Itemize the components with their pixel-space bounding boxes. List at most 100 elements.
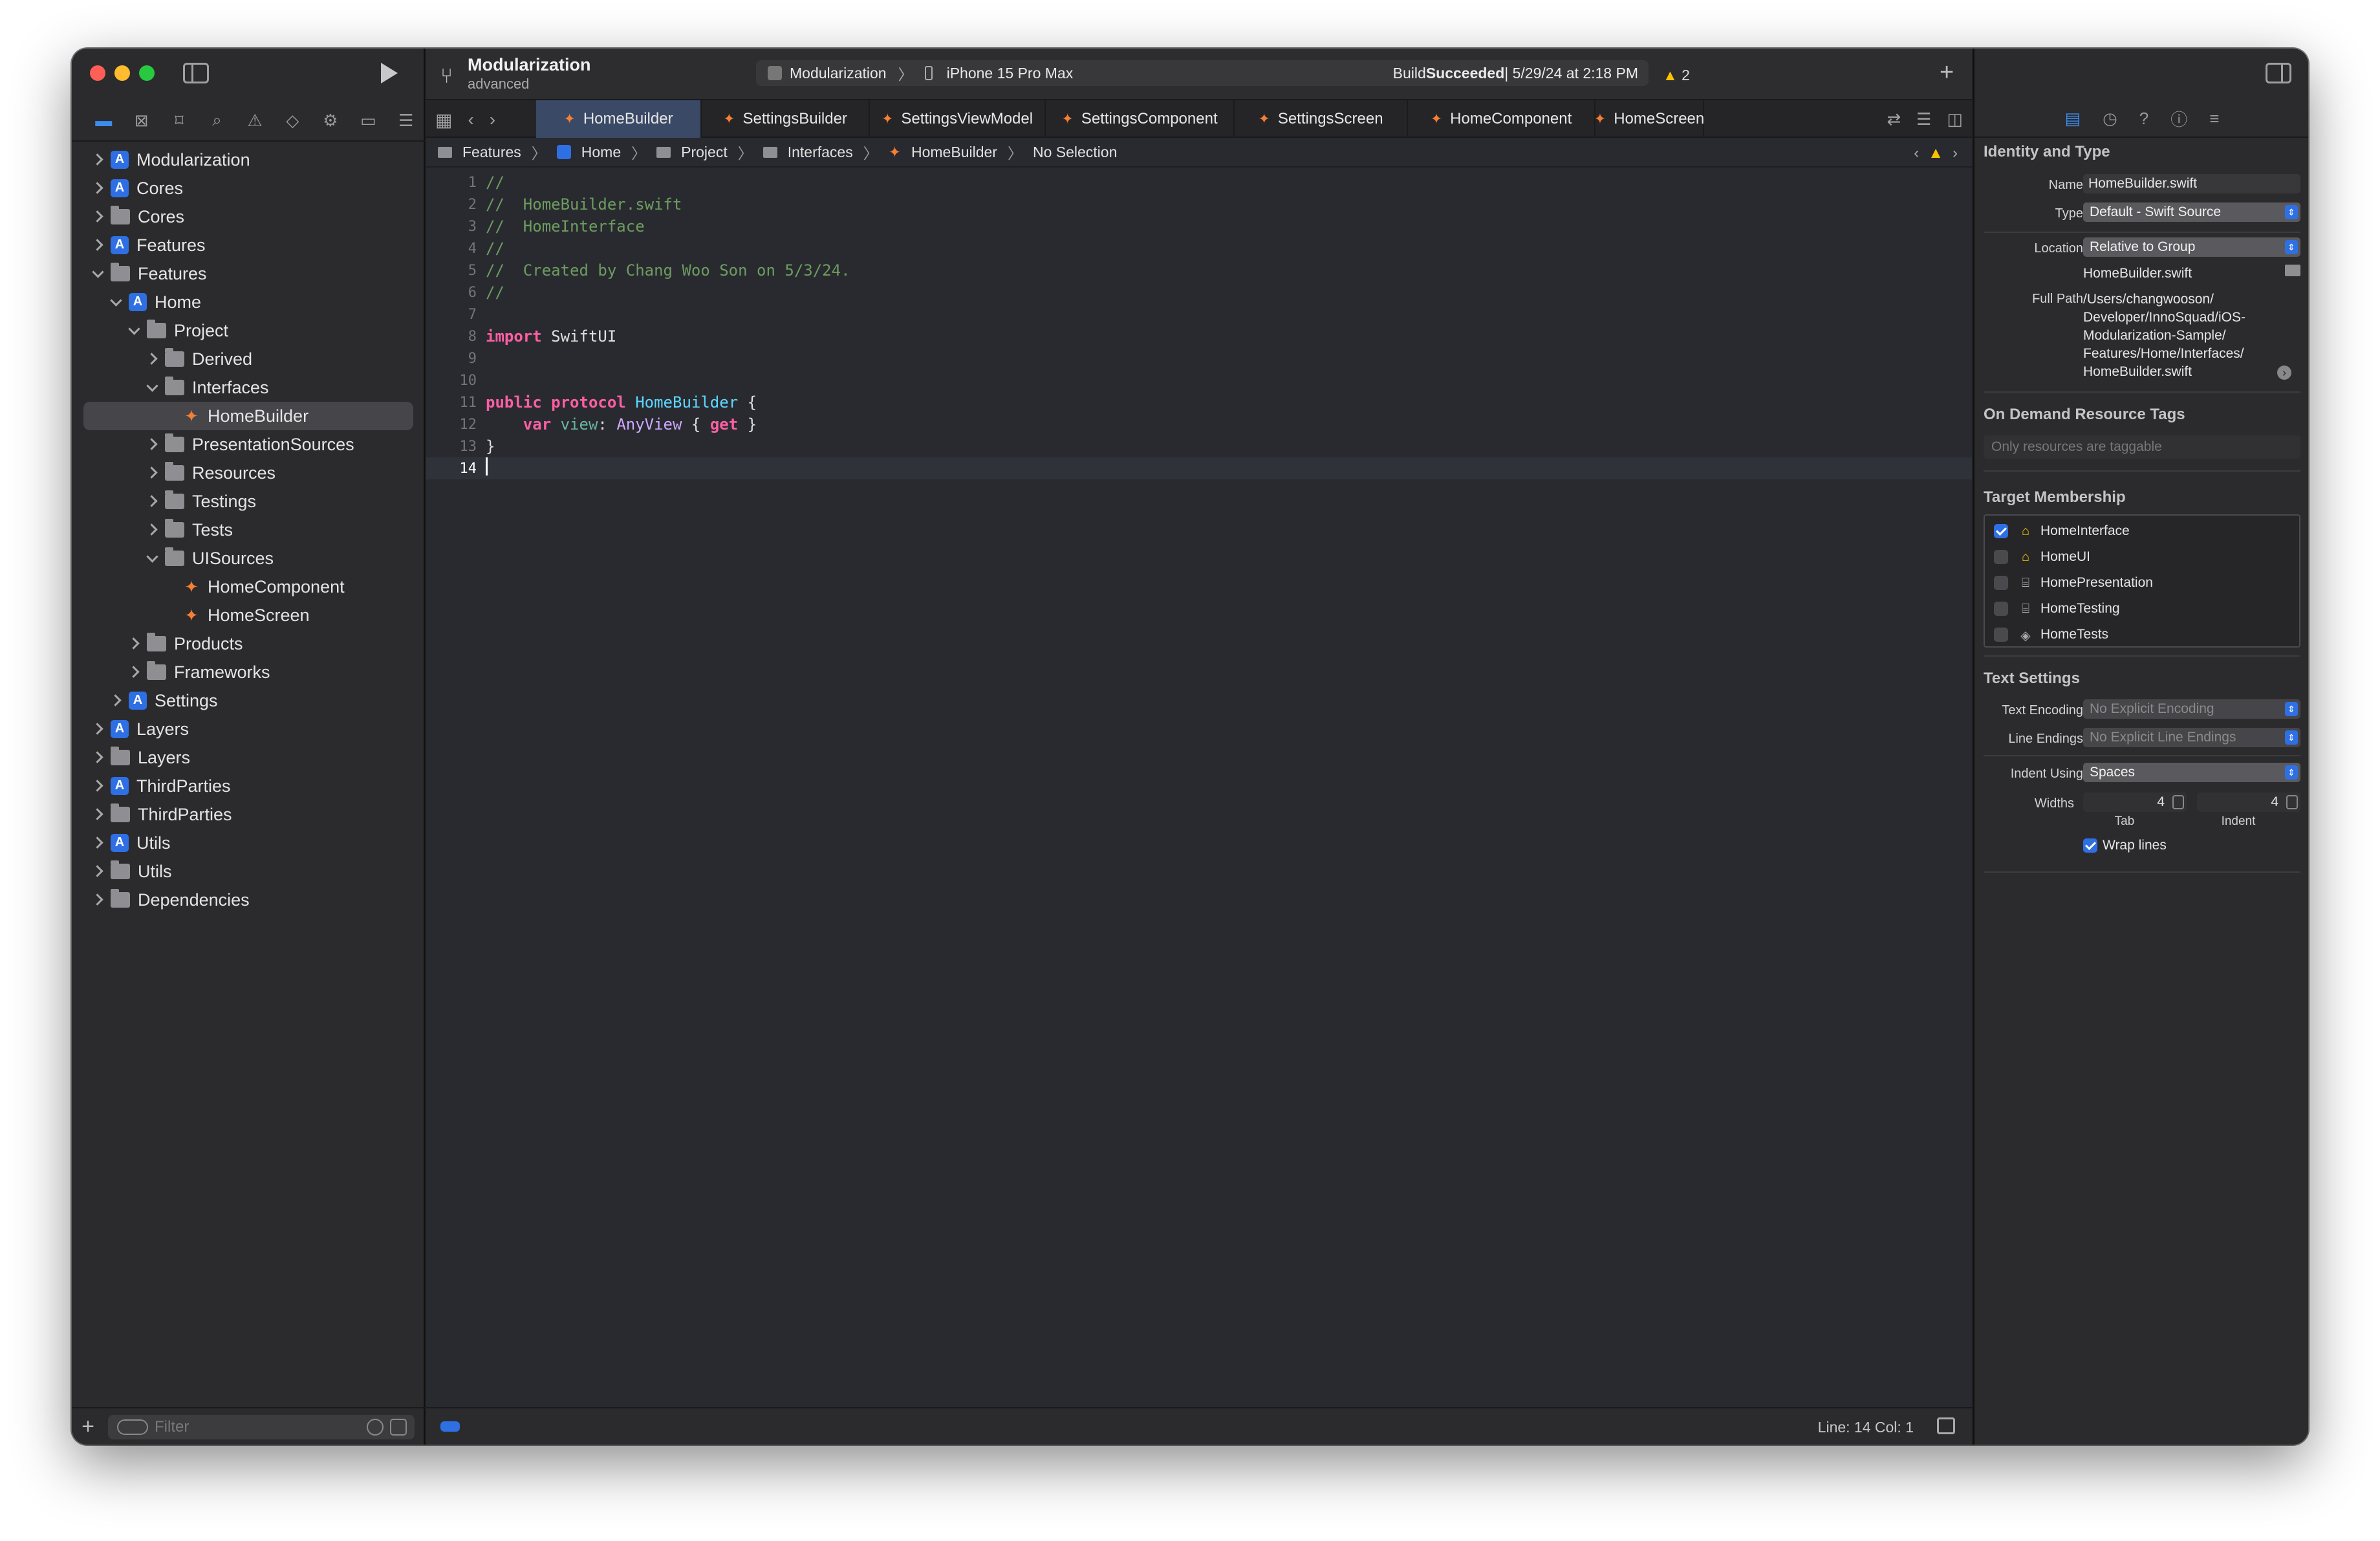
bookmark-icon[interactable]: ⌑ [160,107,198,133]
disclosure-closed-icon[interactable] [91,154,103,166]
code-line[interactable]: 4 // [426,237,1972,259]
tree-item[interactable]: Cores [72,202,425,231]
forward-icon[interactable]: › [490,109,495,131]
tree-item[interactable]: Utils [72,857,425,886]
tree-item[interactable]: Modularization [72,146,425,174]
related-items-icon[interactable]: ⇄ [1887,109,1901,129]
code-line[interactable]: 6 // [426,281,1972,303]
wrap-lines-checkbox[interactable]: Wrap lines [2083,838,2167,853]
scheme-name[interactable]: Modularization [790,65,887,82]
jump-bar-project[interactable]: Project [681,144,728,161]
editor-tab[interactable]: ✦ HomeBuilder [536,100,702,138]
tree-item[interactable]: Tests [72,516,425,544]
disclosure-closed-icon[interactable] [91,809,103,820]
disclosure-closed-icon[interactable] [91,894,103,906]
membership-row[interactable]: ⌸ HomePresentation [1994,570,2153,596]
issue-icon[interactable]: ⚠ [236,107,274,133]
name-field[interactable]: HomeBuilder.swift [2083,174,2300,193]
tree-item[interactable]: ✦ HomeScreen [72,601,425,629]
source-control-filter-icon[interactable] [390,1419,407,1436]
checkbox-checked-icon[interactable] [1994,524,2008,538]
disclosure-open-icon[interactable] [146,382,157,393]
code-line[interactable]: 8 import SwiftUI [426,325,1972,347]
code-line[interactable]: 1 // [426,171,1972,193]
code-text[interactable]: var view: AnyView { get } [478,415,757,433]
disclosure-closed-icon[interactable] [109,695,121,706]
history-inspector-icon[interactable]: ◷ [2103,109,2117,129]
code-line[interactable]: 7 [426,303,1972,325]
file-inspector-icon[interactable]: ▤ [2065,109,2081,129]
editor-tab[interactable]: ✦ SettingsScreen [1235,100,1408,138]
checkbox-unchecked-icon[interactable] [1994,576,2008,590]
code-text[interactable]: import SwiftUI [478,327,616,345]
editor-tab[interactable]: ✦ SettingsBuilder [702,100,870,138]
disclosure-closed-icon[interactable] [146,439,157,450]
encoding-popup[interactable]: No Explicit Encoding ⇕ [2083,699,2300,719]
disclosure-open-icon[interactable] [146,552,157,564]
run-icon[interactable] [381,63,398,83]
disclosure-closed-icon[interactable] [127,666,139,678]
disclosure-open-icon[interactable] [109,296,121,308]
indent-width-field[interactable]: 4 [2197,792,2300,812]
choose-folder-icon[interactable] [2285,265,2300,276]
split-editor-icon[interactable]: ◫ [1947,109,1963,129]
code-line[interactable]: 2 // HomeBuilder.swift [426,193,1972,215]
code-text[interactable]: // HomeInterface [478,217,645,235]
jump-bar-interfaces[interactable]: Interfaces [788,144,853,161]
code-text[interactable]: // [478,239,504,257]
location-popup[interactable]: Relative to Group ⇕ [2083,237,2300,257]
tree-item[interactable]: Settings [72,686,425,715]
code-text[interactable]: public protocol HomeBuilder { [478,393,757,411]
folder-navigator-icon[interactable]: ▬ [85,107,122,133]
disclosure-closed-icon[interactable] [91,239,103,251]
tree-item[interactable]: Features [72,231,425,259]
jump-bar-features[interactable]: Features [462,144,521,161]
checkbox-unchecked-icon[interactable] [1994,628,2008,642]
disclosure-closed-icon[interactable] [91,866,103,877]
disclosure-closed-icon[interactable] [127,638,139,650]
tree-item[interactable]: Interfaces [72,373,425,402]
editor-tab[interactable]: ✦ HomeComponent [1408,100,1596,138]
disclosure-open-icon[interactable] [127,325,139,336]
tree-item[interactable]: Features [72,259,425,288]
breakpoint-icon[interactable]: ▭ [349,107,387,133]
membership-row[interactable]: ◈ HomeTests [1994,622,2108,648]
disclosure-closed-icon[interactable] [146,524,157,536]
disclosure-closed-icon[interactable] [146,496,157,507]
source-editor[interactable]: 1 // 2 // HomeBuilder.swift 3 // HomeInterfac… [426,171,1972,479]
disclosure-closed-icon[interactable] [91,182,103,194]
minimize-window-button[interactable] [114,65,130,81]
warning-badge[interactable]: ▲ 2 [1663,67,1690,84]
debug-area-icon[interactable] [440,1421,460,1432]
close-window-button[interactable] [90,65,105,81]
checkbox-unchecked-icon[interactable] [1994,550,2008,564]
code-line[interactable]: 11 public protocol HomeBuilder { [426,391,1972,413]
project-name[interactable]: Modularization [468,55,591,75]
disclosure-closed-icon[interactable] [91,752,103,763]
attributes-icon[interactable]: ≡ [2209,109,2219,129]
jump-bar-home[interactable]: Home [581,144,621,161]
tree-item[interactable]: PresentationSources [72,430,425,459]
test-icon[interactable]: ◇ [274,107,311,133]
code-text[interactable]: // HomeBuilder.swift [478,195,682,213]
device-name[interactable]: iPhone 15 Pro Max [947,65,1074,82]
tree-item[interactable]: ✦ HomeBuilder [83,402,413,430]
disclosure-open-icon[interactable] [91,268,103,279]
tree-item[interactable]: Utils [72,829,425,857]
jump-bar-selection[interactable]: No Selection [1033,144,1117,161]
tree-item[interactable]: Derived [72,345,425,373]
inspector-toggle-icon[interactable] [2266,63,2291,83]
editor-tab[interactable]: ✦ HomeScreen [1594,100,1704,138]
find-icon[interactable]: ⌕ [198,107,235,133]
code-text[interactable]: // [478,173,504,191]
tree-item[interactable]: Products [72,629,425,658]
jump-bar-file[interactable]: HomeBuilder [911,144,997,161]
tree-item[interactable]: Layers [72,715,425,743]
back-icon[interactable]: ‹ [468,109,473,131]
stepper-icon[interactable] [2286,795,2298,809]
tree-item[interactable]: UISources [72,544,425,573]
filter-input[interactable]: Filter [108,1415,415,1439]
disclosure-closed-icon[interactable] [91,211,103,223]
editor-tab[interactable]: ✦ SettingsComponent [1046,100,1235,138]
warning-icon[interactable]: ▲ [1928,144,1943,162]
